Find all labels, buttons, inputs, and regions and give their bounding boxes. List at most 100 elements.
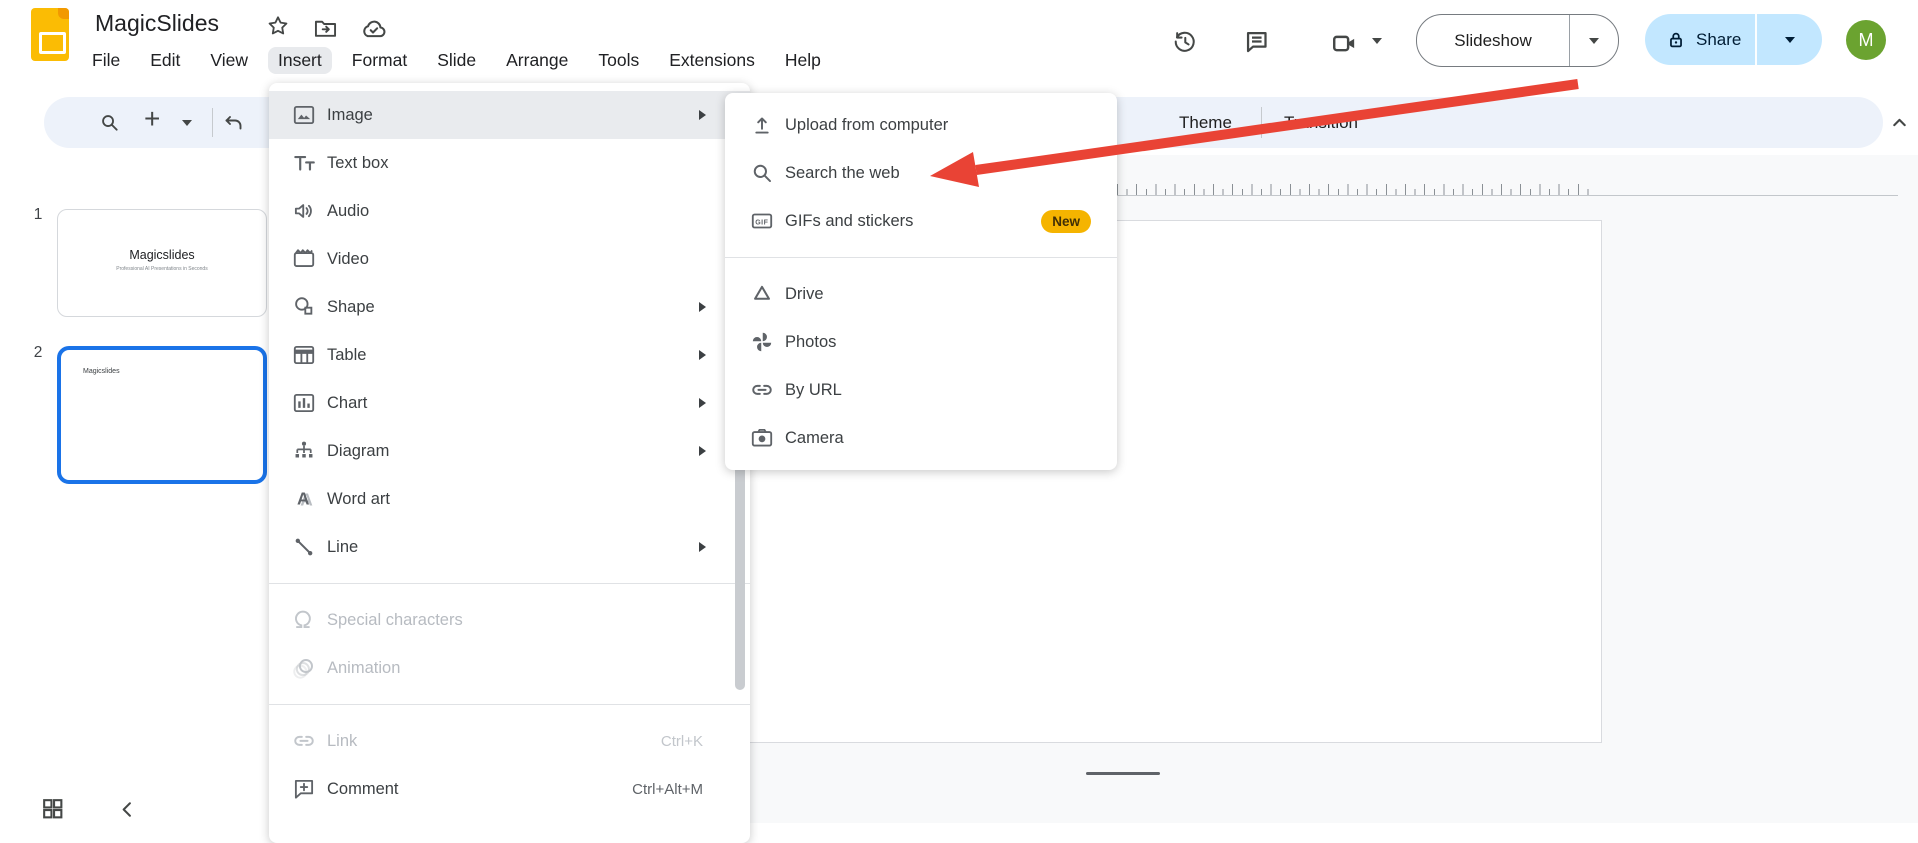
submenu-arrow-icon: [699, 542, 706, 552]
menubar-item-insert[interactable]: Insert: [268, 47, 332, 74]
comment-icon: [291, 776, 317, 802]
submenu-item-photos[interactable]: Photos: [725, 318, 1117, 366]
menu-item-video-label: Video: [327, 250, 369, 269]
new-badge: New: [1041, 210, 1091, 233]
menu-item-line-label: Line: [327, 538, 358, 557]
star-icon[interactable]: [265, 13, 291, 39]
slideshow-button[interactable]: Slideshow: [1416, 14, 1619, 67]
menu-item-text-box[interactable]: Text box: [269, 139, 750, 187]
menubar-item-help[interactable]: Help: [775, 47, 831, 74]
svg-text:A: A: [297, 488, 310, 508]
lock-icon: [1665, 29, 1687, 51]
menu-item-chart-label: Chart: [327, 394, 367, 413]
slideshow-label: Slideshow: [1417, 31, 1569, 51]
slide-1-subtitle: Professional AI Presentations in Seconds: [58, 266, 266, 272]
call-dropdown-caret[interactable]: [1372, 38, 1382, 44]
cloud-status-icon[interactable]: [359, 15, 388, 44]
submenu-item-by-url[interactable]: By URL: [725, 366, 1117, 414]
slide-1-title: Magicslides: [58, 248, 266, 262]
avatar[interactable]: M: [1846, 20, 1886, 60]
chart-icon: [291, 390, 317, 416]
grid-view-icon[interactable]: [40, 796, 65, 821]
share-button[interactable]: Share: [1645, 14, 1822, 65]
audio-icon: [291, 198, 317, 224]
menu-item-video[interactable]: Video: [269, 235, 750, 283]
menu-item-table-label: Table: [327, 346, 366, 365]
menu-item-chart[interactable]: Chart: [269, 379, 750, 427]
menu-item-comment[interactable]: Comment Ctrl+Alt+M: [269, 765, 750, 813]
menu-item-special-characters-label: Special characters: [327, 611, 463, 630]
link-icon: [291, 728, 317, 754]
menu-item-line[interactable]: Line: [269, 523, 750, 571]
menubar-item-arrange[interactable]: Arrange: [496, 47, 578, 74]
slide-2-number: 2: [27, 344, 49, 362]
menubar-item-edit[interactable]: Edit: [140, 47, 190, 74]
menu-item-word-art[interactable]: AA Word art: [269, 475, 750, 523]
theme-button[interactable]: Theme: [1179, 97, 1232, 148]
menubar-item-extensions[interactable]: Extensions: [659, 47, 765, 74]
insert-menu: Image Text box Audio Video Shape Table: [269, 83, 750, 843]
menubar-item-tools[interactable]: Tools: [588, 47, 649, 74]
video-icon: [291, 246, 317, 272]
camera-icon: [749, 425, 775, 451]
slideshow-dropdown[interactable]: [1570, 38, 1618, 44]
word-art-icon: AA: [291, 486, 317, 512]
comments-icon[interactable]: [1243, 28, 1270, 55]
comment-shortcut: Ctrl+Alt+M: [632, 781, 703, 798]
menu-item-table[interactable]: Table: [269, 331, 750, 379]
slide-2-thumbnail-selected[interactable]: Magicslides: [57, 346, 267, 484]
menu-item-comment-label: Comment: [327, 780, 399, 799]
search-icon[interactable]: [98, 111, 121, 134]
line-icon: [291, 534, 317, 560]
image-submenu: Upload from computer Search the web GIF …: [725, 93, 1117, 470]
version-history-icon[interactable]: [1171, 28, 1198, 55]
submenu-item-drive-label: Drive: [785, 285, 824, 304]
submenu-item-search-web[interactable]: Search the web: [725, 149, 1117, 197]
menu-item-diagram[interactable]: Diagram: [269, 427, 750, 475]
menubar-item-view[interactable]: View: [200, 47, 258, 74]
collapse-toolbar-icon[interactable]: [1887, 110, 1912, 135]
transition-button[interactable]: Transition: [1284, 97, 1358, 148]
submenu-item-camera[interactable]: Camera: [725, 414, 1117, 462]
image-icon: [291, 102, 317, 128]
previous-slide-icon[interactable]: [116, 798, 139, 821]
menu-separator: [269, 583, 750, 584]
menu-item-link[interactable]: Link Ctrl+K: [269, 717, 750, 765]
menubar-item-file[interactable]: File: [82, 47, 130, 74]
menu-item-audio-label: Audio: [327, 202, 369, 221]
url-link-icon: [749, 377, 775, 403]
submenu-item-camera-label: Camera: [785, 429, 844, 448]
submenu-item-upload[interactable]: Upload from computer: [725, 101, 1117, 149]
menu-item-special-characters[interactable]: Special characters: [269, 596, 750, 644]
move-folder-icon[interactable]: [312, 15, 339, 42]
submenu-item-drive[interactable]: Drive: [725, 270, 1117, 318]
submenu-item-by-url-label: By URL: [785, 381, 842, 400]
menu-item-shape[interactable]: Shape: [269, 283, 750, 331]
add-icon[interactable]: +: [144, 103, 160, 135]
join-call-icon[interactable]: [1330, 29, 1359, 58]
special-characters-icon: [291, 607, 317, 633]
slides-logo-icon[interactable]: [31, 8, 69, 61]
link-shortcut: Ctrl+K: [661, 733, 703, 750]
document-title[interactable]: MagicSlides: [95, 10, 219, 37]
menu-item-image[interactable]: Image: [269, 91, 750, 139]
menu-item-animation[interactable]: Animation: [269, 644, 750, 692]
animation-icon: [291, 655, 317, 681]
slideshow-caret-icon: [1589, 38, 1599, 44]
menubar-item-slide[interactable]: Slide: [427, 47, 486, 74]
submenu-item-gifs[interactable]: GIF GIFs and stickers New: [725, 197, 1117, 245]
menubar-item-format[interactable]: Format: [342, 47, 417, 74]
drive-icon: [749, 281, 775, 307]
submenu-separator: [725, 257, 1117, 258]
menu-item-audio[interactable]: Audio: [269, 187, 750, 235]
svg-text:GIF: GIF: [755, 219, 768, 226]
slide-1-thumbnail[interactable]: Magicslides Professional AI Presentation…: [57, 209, 267, 317]
share-dropdown[interactable]: [1757, 37, 1822, 43]
menu-item-image-label: Image: [327, 106, 373, 125]
undo-icon[interactable]: [222, 111, 246, 135]
add-dropdown-caret[interactable]: [182, 120, 192, 126]
menu-item-text-box-label: Text box: [327, 154, 388, 173]
submenu-item-upload-label: Upload from computer: [785, 116, 948, 135]
speaker-notes-handle[interactable]: [1086, 772, 1160, 775]
gif-icon: GIF: [749, 208, 775, 234]
